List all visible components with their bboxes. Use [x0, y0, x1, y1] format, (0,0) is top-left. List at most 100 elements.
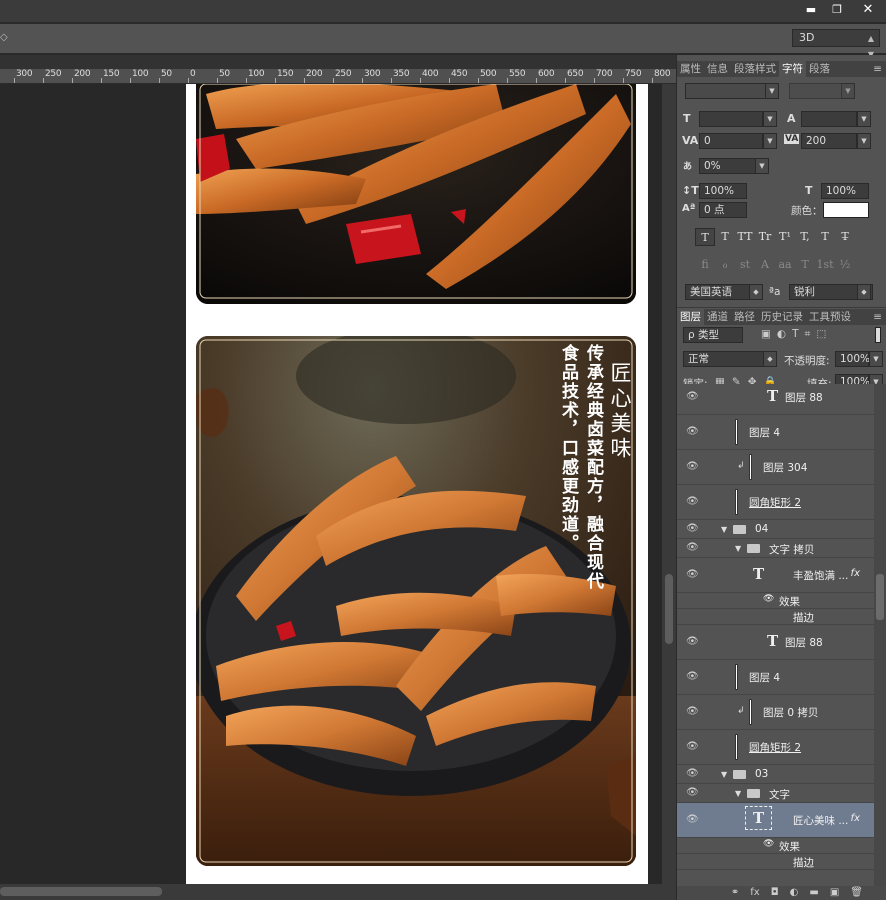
adjustment-layer-icon[interactable]: ◐ [790, 886, 799, 900]
visibility-eye-icon[interactable]: 👁 [686, 391, 699, 403]
filter-toggle[interactable] [875, 327, 881, 343]
tab-paragraph[interactable]: 段落 [806, 61, 833, 77]
panel-menu-icon[interactable]: ≡ [870, 61, 885, 77]
visibility-eye-icon[interactable]: 👁 [686, 814, 699, 826]
close-button[interactable]: ✕ [850, 0, 886, 18]
horizontal-scale-field[interactable]: 100% [821, 183, 869, 199]
document-canvas[interactable]: 匠心美味 传承经典卤菜配方，融合现代 食品技术，口感更劲道。 [186, 84, 648, 884]
font-style-button[interactable]: Tr [755, 228, 775, 246]
tab-character[interactable]: 字符 [779, 61, 806, 77]
chevron-updown-icon[interactable]: ◆ [749, 284, 763, 300]
layer-row[interactable]: 👁 圆角矩形 2 [677, 730, 874, 765]
visibility-eye-icon[interactable]: 👁 [763, 839, 774, 849]
tool-options-icon[interactable]: ◇ [0, 32, 8, 43]
chevron-updown-icon[interactable]: ◆ [763, 351, 777, 367]
visibility-eye-icon[interactable]: 👁 [686, 542, 699, 554]
leading-field[interactable] [801, 111, 857, 127]
chevron-down-icon[interactable]: ▼ [763, 111, 777, 127]
visibility-eye-icon[interactable]: 👁 [686, 461, 699, 473]
chevron-updown-icon[interactable]: ◆ [857, 284, 871, 300]
scroll-thumb[interactable] [876, 574, 884, 620]
chevron-down-icon[interactable]: ▼ [857, 133, 871, 149]
layer-row[interactable]: 👁 T 匠心美味 ... fx [677, 803, 874, 838]
panel-menu-icon[interactable]: ≡ [870, 309, 885, 325]
font-style-button[interactable]: T, [795, 228, 815, 246]
font-style-button[interactable]: T [695, 228, 715, 246]
vertical-scale-field[interactable]: 100% [699, 183, 747, 199]
tab-properties[interactable]: 属性 [677, 61, 704, 77]
canvas-horizontal-scrollbar[interactable] [0, 884, 676, 900]
opentype-button[interactable]: A [755, 256, 775, 274]
visibility-eye-icon[interactable]: 👁 [686, 523, 699, 535]
font-style-button[interactable]: T¹ [775, 228, 795, 246]
new-group-icon[interactable]: ▬ [809, 886, 818, 900]
opentype-button[interactable]: aa [775, 256, 795, 274]
canvas-area[interactable]: 匠心美味 传承经典卤菜配方，融合现代 食品技术，口感更劲道。 [0, 84, 662, 884]
opentype-button[interactable]: st [735, 256, 755, 274]
chevron-down-icon[interactable]: ▼ [857, 111, 871, 127]
layer-effects-icon[interactable]: fx [851, 568, 860, 579]
layer-effect-row[interactable]: 👁 效果 [677, 838, 874, 854]
link-layers-icon[interactable]: ⚭ [731, 886, 739, 900]
tab-info[interactable]: 信息 [704, 61, 731, 77]
visibility-eye-icon[interactable]: 👁 [686, 496, 699, 508]
new-layer-icon[interactable]: ▣ [830, 886, 839, 900]
tab-tool-presets[interactable]: 工具预设 [806, 309, 854, 325]
layer-group-row[interactable]: 👁 ▼ 文字 [677, 784, 874, 803]
chevron-down-icon[interactable]: ▼ [755, 158, 769, 174]
canvas-vertical-scrollbar[interactable] [662, 84, 676, 884]
layer-effect-row[interactable]: 描边 [677, 609, 874, 625]
layers-list[interactable]: 👁 T 图层 88 👁 图层 4 👁 ↲ 图层 304 👁 圆角矩形 2 👁 ▼ 04 👁 ▼ 文字 拷贝 👁 T… [677, 384, 874, 886]
opentype-button[interactable]: ½ [835, 256, 855, 274]
chevron-down-icon[interactable]: ▼ [721, 525, 727, 534]
language-select[interactable]: 美国英语 [685, 284, 757, 300]
chevron-down-icon[interactable]: ▼ [869, 351, 883, 367]
chevron-down-icon[interactable]: ▼ [721, 770, 727, 779]
layer-row[interactable]: 👁 T 图层 88 [677, 384, 874, 415]
layer-row[interactable]: 👁 圆角矩形 2 [677, 485, 874, 520]
visibility-eye-icon[interactable]: 👁 [686, 671, 699, 683]
opentype-button[interactable]: fi [695, 256, 715, 274]
opacity-field[interactable]: 100% [835, 351, 870, 367]
layer-filter-select[interactable]: ρ 类型 [683, 327, 743, 343]
layer-group-row[interactable]: 👁 ▼ 04 [677, 520, 874, 539]
layer-effects-icon[interactable]: fx [851, 813, 860, 824]
layer-row[interactable]: 👁 ↲ 图层 0 拷贝 [677, 695, 874, 730]
font-style-button[interactable]: T̶ [835, 228, 855, 246]
chevron-down-icon[interactable]: ▼ [763, 133, 777, 149]
visibility-eye-icon[interactable]: 👁 [686, 426, 699, 438]
3d-mode-select[interactable]: 3D ▲▼ [792, 29, 880, 59]
layer-effect-row[interactable]: 描边 [677, 854, 874, 870]
layer-row[interactable]: 👁 图层 4 [677, 415, 874, 450]
chevron-down-icon[interactable]: ▼ [735, 789, 741, 798]
opentype-button[interactable]: ℴ [715, 256, 735, 274]
restore-button[interactable]: ❐ [824, 0, 850, 18]
tsume-field[interactable]: 0% [699, 158, 763, 174]
baseline-shift-field[interactable]: 0 点 [699, 202, 747, 218]
text-color-swatch[interactable] [823, 202, 869, 218]
tab-history[interactable]: 历史记录 [758, 309, 806, 325]
font-style-button[interactable]: T [815, 228, 835, 246]
chevron-down-icon[interactable]: ▼ [735, 544, 741, 553]
visibility-eye-icon[interactable]: 👁 [686, 706, 699, 718]
layer-row[interactable]: 👁 T 丰盈饱满 ... fx [677, 558, 874, 593]
font-style-button[interactable]: T [715, 228, 735, 246]
chevron-down-icon[interactable]: ▼ [841, 83, 855, 99]
layer-row[interactable]: 👁 图层 4 [677, 660, 874, 695]
scroll-thumb[interactable] [0, 887, 162, 896]
layer-row[interactable]: 👁 ↲ 图层 304 [677, 450, 874, 485]
font-style-button[interactable]: TT [735, 228, 755, 246]
visibility-eye-icon[interactable]: 👁 [763, 594, 774, 604]
font-size-field[interactable] [699, 111, 763, 127]
visibility-eye-icon[interactable]: 👁 [686, 768, 699, 780]
layers-scrollbar[interactable] [874, 384, 886, 886]
opentype-button[interactable]: T [795, 256, 815, 274]
visibility-eye-icon[interactable]: 👁 [686, 741, 699, 753]
trash-icon[interactable]: 🗑 [850, 886, 863, 900]
horizontal-ruler[interactable]: 300 250 200 150 100 50 0 50 100 150 200 250 300 350 40… [0, 69, 676, 84]
add-mask-icon[interactable]: ◘ [771, 886, 779, 900]
minimize-button[interactable]: ▬ [798, 0, 824, 18]
tab-paragraph-styles[interactable]: 段落样式 [731, 61, 779, 77]
visibility-eye-icon[interactable]: 👁 [686, 787, 699, 799]
tab-layers[interactable]: 图层 [677, 309, 704, 325]
